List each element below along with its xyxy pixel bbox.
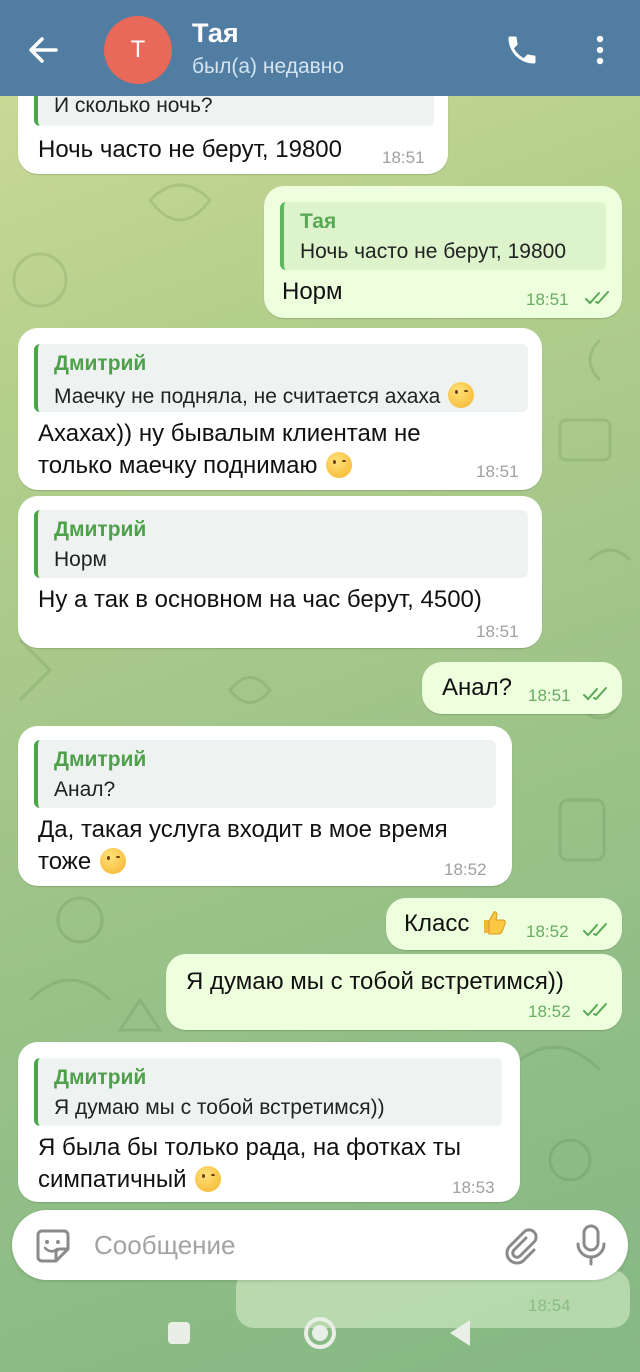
message-text: Я думаю мы с тобой встретимся))	[186, 968, 564, 995]
message-time: 18:51	[528, 686, 571, 705]
winking-face-icon	[326, 452, 353, 478]
home-button[interactable]	[304, 1317, 336, 1349]
message-text-line: Да, такая услуга входит в мое время	[38, 816, 448, 843]
contact-name[interactable]: Тая	[192, 18, 239, 49]
reply-quote[interactable]: Дмитрий Норм	[34, 510, 528, 578]
paperclip-icon[interactable]	[500, 1226, 540, 1266]
message-text-content: Класс	[404, 910, 470, 937]
reply-quote-text: Я думаю мы с тобой встретимся))	[54, 1096, 385, 1119]
chat-header: Т Тая был(а) недавно	[0, 0, 640, 96]
message-text-line: Я была бы только рада, на фотках ты	[38, 1134, 462, 1161]
message-time: 18:52	[528, 1002, 571, 1021]
message-bubble-outgoing[interactable]: Класс 18:52	[386, 898, 622, 950]
contact-status: был(а) недавно	[192, 55, 345, 78]
message-text: Класс	[404, 908, 508, 940]
thumbs-up-icon	[484, 911, 506, 935]
phone-icon[interactable]	[504, 32, 540, 68]
reply-quote[interactable]: Дмитрий Маечку не подняла, не считается …	[34, 344, 528, 412]
message-time: 18:53	[452, 1178, 495, 1197]
message-text: Анал?	[442, 674, 512, 701]
avatar[interactable]: Т	[104, 16, 172, 84]
message-time: 18:52	[526, 922, 569, 941]
reply-quote-text: Анал?	[54, 778, 116, 801]
double-check-icon	[583, 1003, 607, 1017]
smirking-face-icon	[195, 1166, 222, 1192]
back-arrow-icon[interactable]	[22, 28, 66, 72]
message-time: 18:51	[476, 462, 519, 481]
reply-quote-text: Норм	[54, 548, 107, 571]
reply-quote-text: Маечку не подняла, не считается ахаха	[54, 382, 475, 409]
message-bubble-incoming[interactable]: Дмитрий Анал? Да, такая услуга входит в …	[18, 726, 512, 886]
message-time: 18:54	[528, 1296, 571, 1315]
microphone-icon[interactable]	[574, 1224, 608, 1266]
message-text: Норм	[282, 278, 343, 305]
reply-quote-author: Тая	[300, 210, 337, 233]
reply-quote[interactable]: Дмитрий Анал?	[34, 740, 496, 808]
message-text-line: тоже	[38, 846, 126, 878]
message-bubble-incoming[interactable]: Дмитрий Маечку не подняла, не считается …	[18, 328, 542, 490]
reply-quote-text: Ночь часто не берут, 19800	[300, 240, 566, 263]
recent-apps-button[interactable]	[168, 1322, 190, 1344]
message-bubble-outgoing[interactable]: Тая Ночь часто не берут, 19800 Норм 18:5…	[264, 186, 622, 318]
winking-face-icon	[99, 848, 126, 874]
message-bubble-outgoing[interactable]: Я думаю мы с тобой встретимся)) 18:52	[166, 954, 622, 1030]
message-bubble-incoming[interactable]: Дмитрий Я думаю мы с тобой встретимся)) …	[18, 1042, 520, 1202]
message-text-content: только маечку поднимаю	[38, 452, 318, 479]
more-vertical-icon[interactable]	[586, 34, 614, 66]
message-bubble-outgoing[interactable]: Анал? 18:51	[422, 662, 622, 714]
reply-quote-text-content: Маечку не подняла, не считается ахаха	[54, 385, 441, 408]
message-text: Ну а так в основном на час берут, 4500)	[38, 586, 482, 613]
message-text-content: тоже	[38, 848, 92, 875]
reply-quote[interactable]: Тая Ночь часто не берут, 19800	[280, 202, 606, 270]
message-input[interactable]	[94, 1224, 474, 1266]
message-text-line: Ахахах)) ну бывалым клиентам не	[38, 420, 421, 447]
message-text-content: симпатичный	[38, 1166, 187, 1193]
message-text-line: только маечку поднимаю	[38, 450, 353, 482]
system-back-button[interactable]	[450, 1320, 470, 1346]
sticker-icon[interactable]	[34, 1227, 72, 1265]
double-check-icon	[585, 291, 609, 305]
double-check-icon	[583, 923, 607, 937]
reply-quote[interactable]: Дмитрий Я думаю мы с тобой встретимся))	[34, 1058, 502, 1126]
reply-quote-author: Дмитрий	[54, 748, 147, 771]
reply-quote-author: Дмитрий	[54, 352, 147, 375]
message-time: 18:51	[476, 622, 519, 641]
reply-quote-author: Дмитрий	[54, 1066, 147, 1089]
message-time: 18:51	[526, 290, 569, 309]
message-text-line: симпатичный	[38, 1164, 222, 1196]
message-bubble-incoming[interactable]: Дмитрий Норм Ну а так в основном на час …	[18, 496, 542, 648]
reply-quote-author: Дмитрий	[54, 518, 147, 541]
message-composer	[12, 1210, 628, 1280]
message-time: 18:51	[382, 148, 425, 167]
message-text: Ночь часто не берут, 19800	[38, 136, 342, 163]
winking-face-with-tongue-icon	[448, 382, 475, 408]
reply-quote-text: И сколько ночь?	[54, 94, 213, 117]
double-check-icon	[583, 687, 607, 701]
message-time: 18:52	[444, 860, 487, 879]
